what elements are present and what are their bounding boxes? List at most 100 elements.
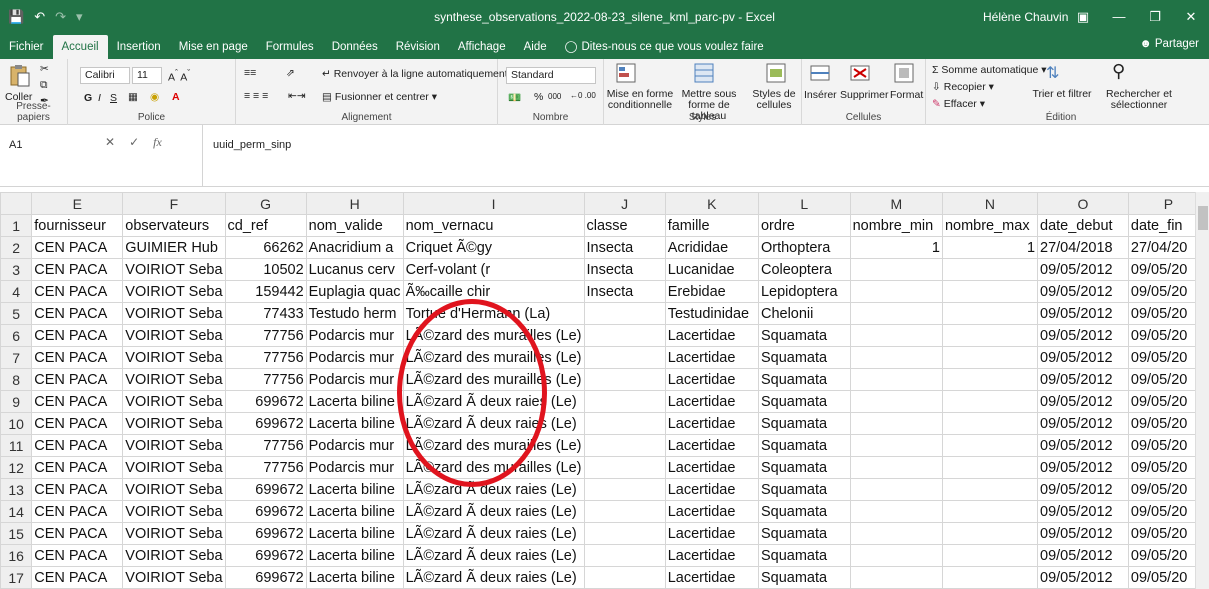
format-cells-icon[interactable]: [892, 61, 916, 85]
cell[interactable]: VOIRIOT Seba: [122, 324, 226, 347]
cell[interactable]: Testudinidae: [664, 302, 759, 325]
cell[interactable]: [583, 434, 666, 457]
select-all-corner[interactable]: [0, 192, 33, 215]
cell[interactable]: Erebidae: [664, 280, 759, 303]
restore-icon[interactable]: ❐: [1137, 0, 1173, 33]
row-header[interactable]: 2: [0, 236, 33, 259]
cell[interactable]: [941, 368, 1039, 391]
fill-button[interactable]: ⇩ Recopier ▾: [932, 81, 994, 93]
cell[interactable]: [941, 522, 1039, 545]
column-header[interactable]: F: [122, 192, 226, 215]
cell[interactable]: LÃ©zard des murailles (Le): [402, 324, 585, 347]
delete-button[interactable]: Supprimer: [840, 89, 888, 101]
cell[interactable]: nombre_min: [849, 214, 943, 237]
cell[interactable]: VOIRIOT Seba: [122, 456, 226, 479]
cell[interactable]: classe: [583, 214, 666, 237]
cell[interactable]: 699672: [224, 566, 307, 589]
cell[interactable]: 09/05/2012: [1037, 302, 1129, 325]
autosum-button[interactable]: Σ Somme automatique ▾: [932, 64, 1047, 76]
sort-filter-button[interactable]: Trier et filtrer: [1032, 89, 1092, 100]
tab-donnees[interactable]: Données: [323, 35, 387, 59]
share-button[interactable]: ☻ Partager: [1140, 38, 1199, 50]
column-header[interactable]: O: [1037, 192, 1129, 215]
cell[interactable]: Lacerta biline: [305, 390, 404, 413]
cell[interactable]: 77756: [224, 346, 307, 369]
column-header[interactable]: K: [664, 192, 759, 215]
cell[interactable]: 09/05/2012: [1037, 500, 1129, 523]
orientation-icon[interactable]: ⇗: [286, 67, 295, 79]
cell[interactable]: [849, 302, 943, 325]
font-color-icon[interactable]: A: [172, 91, 180, 103]
row-header[interactable]: 4: [0, 280, 33, 303]
cell[interactable]: 699672: [224, 500, 307, 523]
cell[interactable]: [849, 544, 943, 567]
cell[interactable]: 09/05/2012: [1037, 368, 1129, 391]
indent-icon[interactable]: ⇤⇥: [288, 90, 306, 102]
cell[interactable]: [849, 412, 943, 435]
cell[interactable]: 09/05/2012: [1037, 390, 1129, 413]
tab-mise-en-page[interactable]: Mise en page: [170, 35, 257, 59]
cell[interactable]: CEN PACA: [31, 324, 124, 347]
cell[interactable]: Podarcis mur: [305, 456, 404, 479]
cell[interactable]: [941, 346, 1039, 369]
row-header[interactable]: 12: [0, 456, 33, 479]
cell[interactable]: CEN PACA: [31, 302, 124, 325]
cell[interactable]: [941, 566, 1039, 589]
cell[interactable]: [849, 500, 943, 523]
cell[interactable]: VOIRIOT Seba: [122, 368, 226, 391]
tab-formules[interactable]: Formules: [257, 35, 323, 59]
cell[interactable]: [941, 478, 1039, 501]
cell[interactable]: [583, 302, 666, 325]
cell[interactable]: [849, 478, 943, 501]
tab-accueil[interactable]: Accueil: [52, 35, 108, 59]
font-name-select[interactable]: Calibri: [80, 67, 130, 84]
save-icon[interactable]: 💾: [8, 9, 24, 25]
align-left-icon[interactable]: ≡ ≡ ≡: [244, 90, 268, 102]
cell[interactable]: [941, 258, 1039, 281]
cell[interactable]: [941, 302, 1039, 325]
cell[interactable]: Lacerta biline: [305, 478, 404, 501]
cell[interactable]: [583, 456, 666, 479]
sort-filter-icon[interactable]: ⇅: [1046, 63, 1059, 83]
column-header[interactable]: E: [31, 192, 124, 215]
cell[interactable]: LÃ©zard Ã deux raies (Le): [402, 566, 585, 589]
undo-icon[interactable]: ↶: [34, 9, 45, 25]
cell[interactable]: CEN PACA: [31, 390, 124, 413]
cell[interactable]: Squamata: [757, 390, 851, 413]
formula-input[interactable]: uuid_perm_sinp: [202, 125, 1209, 187]
cell[interactable]: CEN PACA: [31, 280, 124, 303]
fill-color-icon[interactable]: ◉: [150, 91, 159, 103]
cell[interactable]: nom_valide: [305, 214, 404, 237]
cancel-icon[interactable]: ✕: [105, 135, 115, 150]
font-size-select[interactable]: 11: [132, 67, 162, 84]
cell[interactable]: 10502: [224, 258, 307, 281]
cell[interactable]: [849, 324, 943, 347]
cell[interactable]: Lacertidae: [664, 478, 759, 501]
column-header[interactable]: H: [305, 192, 404, 215]
cell[interactable]: Anacridium a: [305, 236, 404, 259]
row-header[interactable]: 9: [0, 390, 33, 413]
row-header[interactable]: 3: [0, 258, 33, 281]
cell[interactable]: CEN PACA: [31, 258, 124, 281]
cell[interactable]: Lacertidae: [664, 522, 759, 545]
copy-icon[interactable]: ⧉: [40, 79, 48, 92]
cell[interactable]: [849, 522, 943, 545]
clear-button[interactable]: ✎ Effacer ▾: [932, 98, 985, 110]
row-header[interactable]: 14: [0, 500, 33, 523]
format-button[interactable]: Format: [890, 89, 923, 101]
minimize-icon[interactable]: —: [1101, 0, 1137, 33]
cell[interactable]: 09/05/2012: [1037, 478, 1129, 501]
cell[interactable]: date_debut: [1037, 214, 1129, 237]
cell[interactable]: CEN PACA: [31, 522, 124, 545]
cell[interactable]: VOIRIOT Seba: [122, 258, 226, 281]
cell[interactable]: Lepidoptera: [757, 280, 851, 303]
conditional-format-icon[interactable]: [614, 61, 638, 85]
cell[interactable]: Squamata: [757, 368, 851, 391]
cell[interactable]: CEN PACA: [31, 500, 124, 523]
cell[interactable]: [583, 500, 666, 523]
cell[interactable]: Squamata: [757, 456, 851, 479]
cell[interactable]: [941, 434, 1039, 457]
cell[interactable]: [941, 500, 1039, 523]
cell[interactable]: Squamata: [757, 324, 851, 347]
cell[interactable]: 699672: [224, 412, 307, 435]
